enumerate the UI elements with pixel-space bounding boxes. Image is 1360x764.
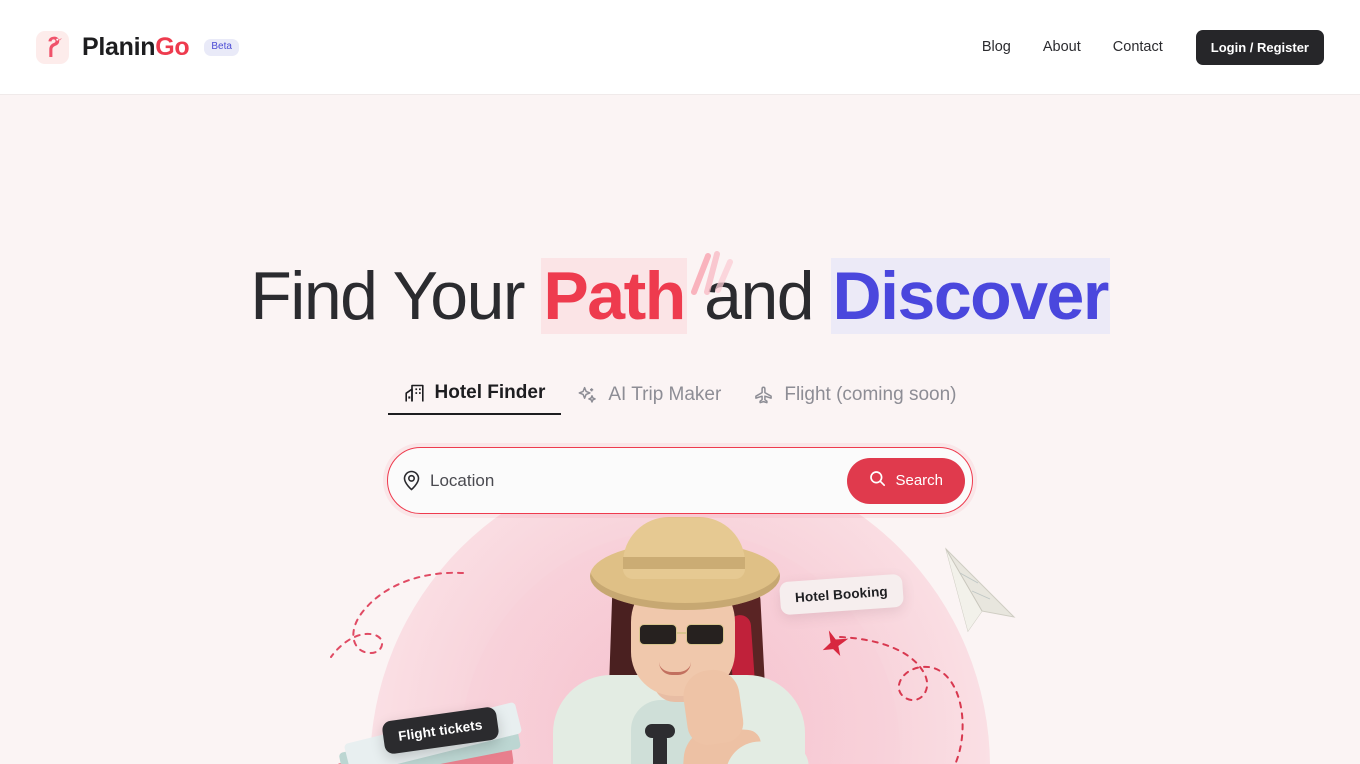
nav-link-about[interactable]: About bbox=[1027, 39, 1097, 55]
main-navigation: Blog About Contact Login / Register bbox=[966, 29, 1324, 65]
site-header: PlaninGo Beta Blog About Contact Login /… bbox=[0, 0, 1360, 95]
tab-flight-coming-soon[interactable]: Flight (coming soon) bbox=[737, 384, 972, 415]
headline-part-2: and bbox=[686, 258, 831, 334]
map-pin-icon bbox=[402, 470, 421, 491]
search-button-label: Search bbox=[895, 472, 943, 489]
tab-label: Hotel Finder bbox=[434, 382, 546, 403]
login-register-button[interactable]: Login / Register bbox=[1195, 29, 1324, 65]
page-title: Find Your Path and Discover bbox=[0, 258, 1360, 334]
search-button[interactable]: Search bbox=[847, 457, 965, 504]
sparkles-icon bbox=[577, 385, 598, 406]
nav-link-contact[interactable]: Contact bbox=[1097, 39, 1179, 55]
hero-tabs: Hotel Finder AI Trip Maker Flight (comin… bbox=[0, 382, 1360, 415]
woman-with-straw-hat-photo bbox=[535, 517, 825, 764]
search-input[interactable] bbox=[430, 470, 848, 491]
headline-highlight-discover: Discover bbox=[830, 258, 1110, 334]
search-bar[interactable]: Search bbox=[387, 447, 973, 514]
brand-name: PlaninGo bbox=[82, 32, 190, 61]
airplane-icon bbox=[753, 385, 774, 406]
hero-section: Hotel Booking Flight tickets Itinerary F… bbox=[0, 95, 1360, 764]
nav-link-blog[interactable]: Blog bbox=[966, 39, 1027, 55]
headline-highlight-path: Path bbox=[541, 258, 687, 334]
brand-logo[interactable]: PlaninGo Beta bbox=[36, 30, 239, 64]
building-hotel-icon bbox=[404, 383, 425, 404]
flamingo-logo-icon bbox=[36, 30, 69, 64]
tab-ai-trip-maker[interactable]: AI Trip Maker bbox=[561, 384, 737, 415]
magnifier-icon bbox=[869, 470, 886, 491]
headline-part-1: Find Your bbox=[250, 258, 542, 334]
tab-label: Flight (coming soon) bbox=[784, 384, 957, 405]
tab-label: AI Trip Maker bbox=[608, 384, 722, 405]
tab-hotel-finder[interactable]: Hotel Finder bbox=[387, 382, 562, 415]
beta-badge: Beta bbox=[204, 38, 239, 56]
hero-search: Search bbox=[387, 447, 973, 514]
